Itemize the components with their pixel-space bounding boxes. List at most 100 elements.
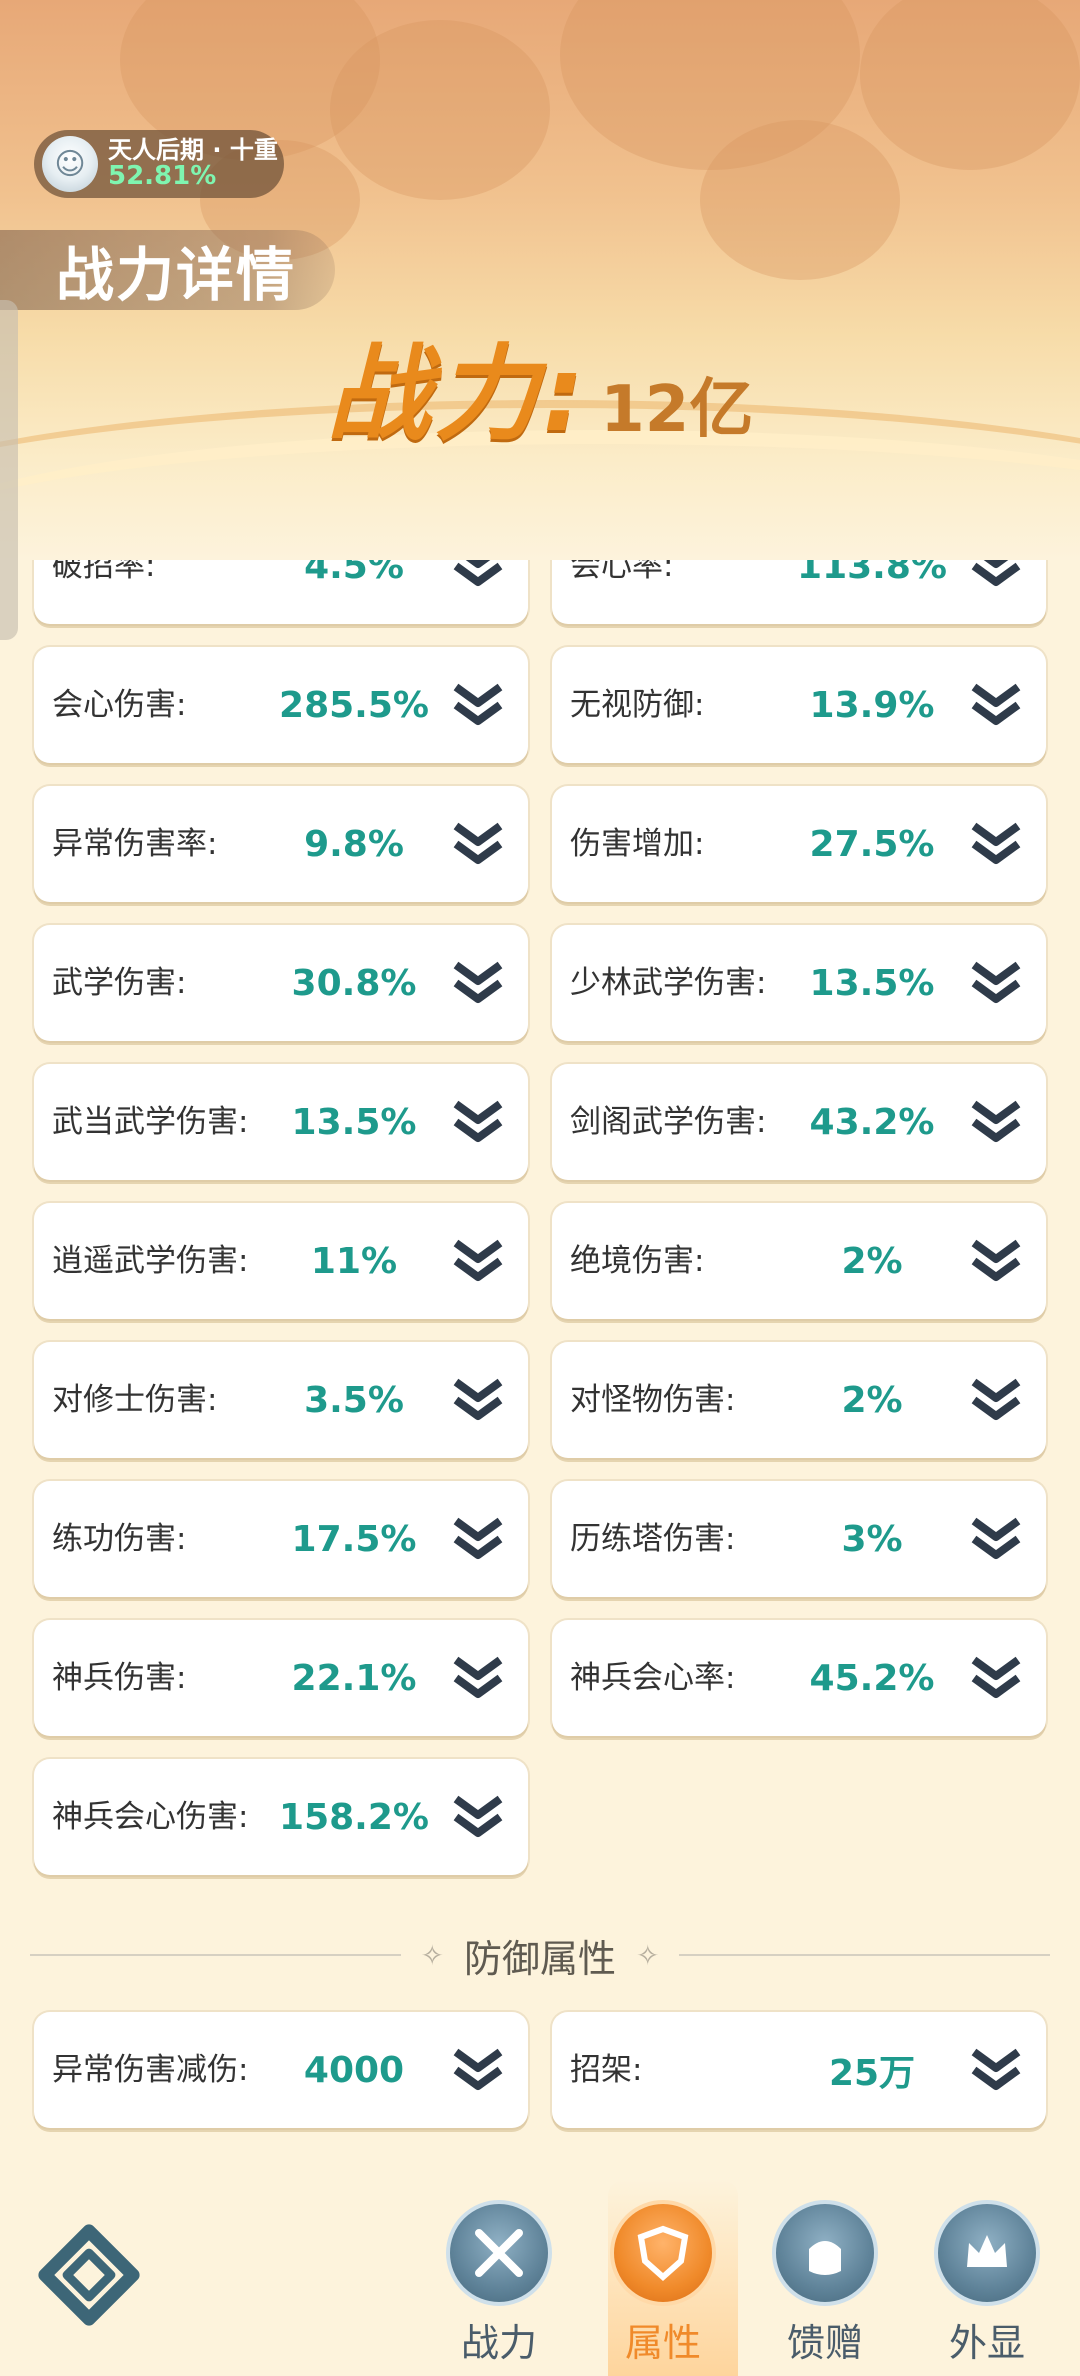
stat-label: 破招率: [52, 560, 156, 584]
title-bar: 战力详情 [0, 230, 335, 310]
stat-value: 285.5% [279, 684, 429, 726]
stat-card[interactable]: 会心率: 113.8% [552, 560, 1046, 624]
stat-label: 对修士伤害: [52, 1382, 218, 1418]
stat-value: 158.2% [279, 1796, 429, 1838]
realm-badge[interactable]: ☺ 天人后期 · 十重 52.81% [34, 130, 284, 198]
tab-attributes[interactable]: 属性 [588, 2200, 738, 2370]
expand-chevron-icon[interactable] [452, 681, 504, 727]
stat-label: 少林武学伤害: [570, 965, 767, 1001]
stat-card[interactable]: 无视防御: 13.9% [552, 647, 1046, 763]
expand-chevron-icon[interactable] [452, 959, 504, 1005]
stat-card[interactable]: 剑阁武学伤害: 43.2% [552, 1064, 1046, 1180]
tab-gifts[interactable]: 馈赠 [750, 2200, 900, 2370]
divider-right [679, 1954, 1051, 1956]
stat-card[interactable]: 对修士伤害: 3.5% [34, 1342, 528, 1458]
stat-label: 会心伤害: [52, 687, 187, 723]
stat-value: 11% [310, 1240, 398, 1282]
divider-left [30, 1954, 401, 1956]
expand-chevron-icon[interactable] [452, 1793, 504, 1839]
tab-label: 外显 [948, 2321, 1025, 2365]
stat-label: 对怪物伤害: [570, 1382, 736, 1418]
realm-progress: 52.81% [108, 160, 217, 191]
stat-card[interactable]: 异常伤害率: 9.8% [34, 786, 528, 902]
stat-label: 武当武学伤害: [52, 1104, 249, 1140]
gift-bag-icon [772, 2200, 878, 2306]
tab-label: 战力 [460, 2321, 537, 2365]
stat-label: 神兵会心率: [570, 1660, 736, 1696]
stat-card[interactable]: 神兵会心率: 45.2% [552, 1620, 1046, 1736]
expand-chevron-icon[interactable] [970, 820, 1022, 866]
stat-card[interactable]: 会心伤害: 285.5% [34, 647, 528, 763]
stat-label: 逍遥武学伤害: [52, 1243, 249, 1279]
expand-chevron-icon[interactable] [970, 1098, 1022, 1144]
diamond-icon: ✧ [636, 1938, 660, 1972]
stat-value: 3% [841, 1518, 903, 1560]
stat-card[interactable]: 招架: 25万 [552, 2012, 1046, 2128]
stat-card[interactable]: 神兵伤害: 22.1% [34, 1620, 528, 1736]
stat-card[interactable]: 绝境伤害: 2% [552, 1203, 1046, 1319]
expand-chevron-icon[interactable] [970, 959, 1022, 1005]
expand-chevron-icon[interactable] [452, 1654, 504, 1700]
shield-icon [610, 2200, 716, 2306]
diamond-icon: ✧ [420, 1938, 444, 1972]
stat-value: 25万 [828, 2053, 916, 2094]
expand-chevron-icon[interactable] [970, 1237, 1022, 1283]
menu-logo-icon[interactable] [34, 2220, 144, 2330]
stat-card[interactable]: 练功伤害: 17.5% [34, 1481, 528, 1597]
attack-stats-list[interactable]: 破招率: 4.5% 会心率: 113.8% 会心伤害: 285.5% 无视防御: 13.9% 异… [0, 560, 1080, 1880]
stat-card[interactable]: 神兵会心伤害: 158.2% [34, 1759, 528, 1875]
stat-label: 绝境伤害: [570, 1243, 705, 1279]
stat-label: 无视防御: [570, 687, 705, 723]
stat-card[interactable]: 伤害增加: 27.5% [552, 786, 1046, 902]
stat-card[interactable]: 对怪物伤害: 2% [552, 1342, 1046, 1458]
stat-card[interactable]: 逍遥武学伤害: 11% [34, 1203, 528, 1319]
expand-chevron-icon[interactable] [452, 1376, 504, 1422]
stat-card[interactable]: 武学伤害: 30.8% [34, 925, 528, 1041]
stat-card[interactable]: 破招率: 4.5% [34, 560, 528, 624]
expand-chevron-icon[interactable] [970, 560, 1022, 588]
stat-card[interactable]: 异常伤害减伤: 4000 [34, 2012, 528, 2128]
stat-card[interactable]: 武当武学伤害: 13.5% [34, 1064, 528, 1180]
power-value: 12亿 [600, 373, 754, 447]
expand-chevron-icon[interactable] [452, 1098, 504, 1144]
expand-chevron-icon[interactable] [970, 1654, 1022, 1700]
stat-value: 2% [841, 1240, 903, 1282]
swords-icon [446, 2200, 552, 2306]
expand-chevron-icon[interactable] [452, 560, 504, 588]
expand-chevron-icon[interactable] [970, 1376, 1022, 1422]
expand-chevron-icon[interactable] [970, 681, 1022, 727]
expand-chevron-icon[interactable] [452, 1515, 504, 1561]
avatar: ☺ [42, 136, 98, 192]
stat-value: 4000 [303, 2049, 405, 2091]
stat-value: 43.2% [809, 1101, 935, 1143]
stat-value: 113.8% [797, 560, 947, 587]
tab-label: 属性 [624, 2321, 701, 2365]
stat-value: 13.9% [809, 684, 935, 726]
expand-chevron-icon[interactable] [452, 2046, 504, 2092]
crown-icon [934, 2200, 1040, 2306]
stat-label: 异常伤害减伤: [52, 2052, 249, 2088]
tab-power[interactable]: 战力 [424, 2200, 574, 2370]
stat-value: 17.5% [291, 1518, 417, 1560]
stat-card[interactable]: 少林武学伤害: 13.5% [552, 925, 1046, 1041]
stat-card[interactable]: 历练塔伤害: 3% [552, 1481, 1046, 1597]
stat-value: 4.5% [304, 560, 404, 587]
realm-name: 天人后期 · 十重 [108, 135, 278, 164]
tab-label: 馈赠 [786, 2321, 863, 2365]
stat-label: 神兵会心伤害: [52, 1799, 249, 1835]
expand-chevron-icon[interactable] [970, 2046, 1022, 2092]
tab-appearance[interactable]: 外显 [912, 2200, 1062, 2370]
stat-label: 历练塔伤害: [570, 1521, 736, 1557]
stat-label: 异常伤害率: [52, 826, 218, 862]
stat-value: 9.8% [304, 823, 404, 865]
stat-label: 招架: [570, 2052, 643, 2088]
expand-chevron-icon[interactable] [970, 1515, 1022, 1561]
stat-value: 30.8% [291, 962, 417, 1004]
stat-label: 武学伤害: [52, 965, 187, 1001]
defense-title: 防御属性 [464, 1936, 617, 1981]
stat-value: 45.2% [809, 1657, 935, 1699]
stat-label: 神兵伤害: [52, 1660, 187, 1696]
stat-value: 13.5% [291, 1101, 417, 1143]
expand-chevron-icon[interactable] [452, 1237, 504, 1283]
expand-chevron-icon[interactable] [452, 820, 504, 866]
